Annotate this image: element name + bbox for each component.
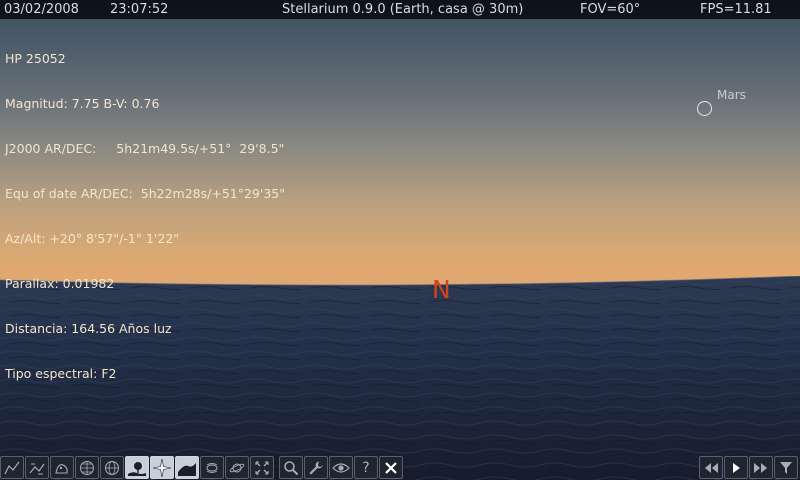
rewind-icon xyxy=(705,462,718,473)
fast-forward-button[interactable] xyxy=(749,456,773,479)
object-info-panel: HP 25052 Magnitud: 7.75 B-V: 0.76 J2000 … xyxy=(5,21,285,411)
ground-button[interactable] xyxy=(125,456,149,479)
funnel-icon xyxy=(780,461,792,474)
nebulae-button[interactable] xyxy=(200,456,224,479)
object-magnitude: Magnitud: 7.75 B-V: 0.76 xyxy=(5,96,160,111)
object-spectral-type: Tipo espectral: F2 xyxy=(5,366,117,381)
play-button[interactable] xyxy=(724,456,748,479)
fast-forward-icon xyxy=(754,462,767,473)
stellarium-window[interactable]: 03/02/2008 23:07:52 Stellarium 0.9.0 (Ea… xyxy=(0,0,800,480)
object-name: HP 25052 xyxy=(5,51,66,66)
object-j2000-coords: J2000 AR/DEC: 5h21m49.5s/+51° 29'8.5" xyxy=(5,141,285,156)
help-icon: ? xyxy=(362,459,370,476)
time-control-toolbar xyxy=(699,456,799,479)
planet-labels-button[interactable] xyxy=(225,456,249,479)
cardinal-points-button[interactable] xyxy=(150,456,174,479)
rewind-button[interactable] xyxy=(699,456,723,479)
nebulae-icon xyxy=(206,462,218,473)
atmosphere-icon xyxy=(178,462,196,476)
fov-display: FOV=60° xyxy=(580,2,641,17)
fps-display: FPS=11.81 xyxy=(700,2,772,17)
constellation-labels-icon xyxy=(29,463,45,474)
planet-labels-icon xyxy=(229,463,245,472)
mars-marker-icon[interactable] xyxy=(697,101,712,116)
constellation-art-icon xyxy=(55,463,68,474)
equatorial-mount-button[interactable] xyxy=(250,456,274,479)
date-display: 03/02/2008 xyxy=(4,2,79,17)
object-equ-of-date-coords: Equ of date AR/DEC: 5h22m28s/+51°29'35" xyxy=(5,186,285,201)
ground-icon xyxy=(128,461,146,476)
configuration-button[interactable] xyxy=(304,456,328,479)
cardinal-points-icon xyxy=(153,458,171,477)
funnel-button[interactable] xyxy=(774,456,798,479)
night-mode-button[interactable] xyxy=(329,456,353,479)
mars-label: Mars xyxy=(717,88,746,102)
atmosphere-button[interactable] xyxy=(175,456,199,479)
constellation-lines-icon xyxy=(4,461,20,474)
search-icon xyxy=(284,460,299,475)
play-icon xyxy=(733,462,740,473)
equatorial-grid-button[interactable] xyxy=(75,456,99,479)
quit-button[interactable] xyxy=(379,456,403,479)
help-button[interactable]: ? xyxy=(354,456,378,479)
equatorial-grid-icon xyxy=(80,460,94,475)
azimuthal-grid-button[interactable] xyxy=(100,456,124,479)
constellation-lines-button[interactable] xyxy=(0,456,24,479)
night-mode-eye-icon xyxy=(332,462,350,473)
main-toolbar: ? xyxy=(0,456,404,479)
constellation-art-button[interactable] xyxy=(50,456,74,479)
location-title: Stellarium 0.9.0 (Earth, casa @ 30m) xyxy=(282,2,524,17)
object-az-alt: Az/Alt: +20° 8'57"/-1° 1'22" xyxy=(5,231,180,246)
constellation-labels-button[interactable] xyxy=(25,456,49,479)
quit-icon xyxy=(385,461,397,474)
cardinal-north-label: N xyxy=(432,275,451,304)
config-wrench-icon xyxy=(309,461,323,474)
object-parallax: Parallax: 0.01982 xyxy=(5,276,115,291)
object-distance: Distancia: 164.56 Años luz xyxy=(5,321,172,336)
azimuthal-grid-icon xyxy=(105,460,119,475)
search-button[interactable] xyxy=(279,456,303,479)
equatorial-mount-icon xyxy=(255,460,269,475)
time-display: 23:07:52 xyxy=(110,2,169,17)
status-bar: 03/02/2008 23:07:52 Stellarium 0.9.0 (Ea… xyxy=(0,0,800,19)
